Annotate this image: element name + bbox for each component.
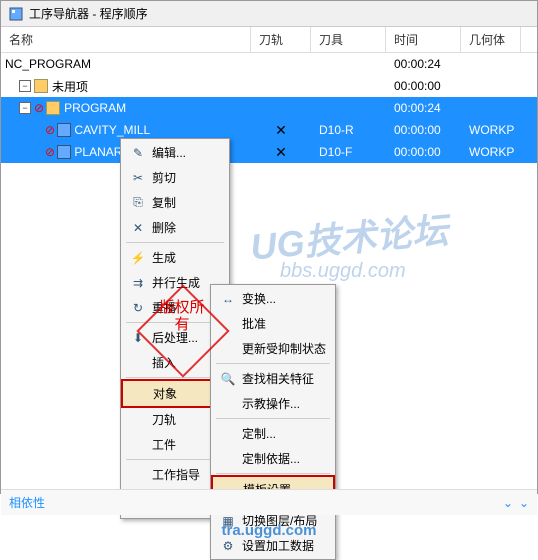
- footer-bar: 相依性 ⌄ ⌄: [1, 489, 537, 515]
- table-header: 名称 刀轨 刀具 时间 几何体: [1, 27, 537, 53]
- header-path[interactable]: 刀轨: [251, 27, 311, 52]
- cut-icon: ✂: [130, 170, 146, 186]
- menu-edit[interactable]: ✎编辑...: [122, 140, 228, 165]
- titlebar: 工序导航器 - 程序顺序: [1, 1, 537, 27]
- collapse-icon[interactable]: −: [19, 80, 31, 92]
- prohibit-icon: ⊘: [34, 101, 44, 115]
- app-icon: [9, 7, 23, 21]
- submenu-update-suppress[interactable]: 更新受抑制状态: [212, 336, 334, 361]
- menu-separator: [216, 473, 330, 474]
- folder-icon: [34, 79, 48, 93]
- edit-icon: ✎: [130, 145, 146, 161]
- parallel-icon: ⇉: [130, 275, 146, 291]
- collapse-icon[interactable]: −: [19, 102, 31, 114]
- context-submenu-object: ↔变换... 批准 更新受抑制状态 🔍查找相关特征 示教操作... 定制... …: [210, 284, 336, 560]
- header-name[interactable]: 名称: [1, 27, 251, 52]
- copy-icon: ⎘: [130, 195, 146, 211]
- settings-icon: ⚙: [220, 538, 236, 554]
- window-title: 工序导航器 - 程序顺序: [29, 5, 148, 22]
- menu-separator: [216, 418, 330, 419]
- chevron-down-icon[interactable]: ⌄: [503, 496, 513, 510]
- delete-icon: ✕: [130, 220, 146, 236]
- tree-row-unused[interactable]: −未用项 00:00:00: [1, 75, 537, 97]
- root-time: 00:00:24: [386, 57, 461, 71]
- header-tool[interactable]: 刀具: [311, 27, 386, 52]
- operation-icon: [57, 123, 71, 137]
- operation-icon: [57, 145, 71, 159]
- tree-row-program[interactable]: −⊘PROGRAM 00:00:24: [1, 97, 537, 119]
- header-geo[interactable]: 几何体: [461, 27, 521, 52]
- tree: NC_PROGRAM 00:00:24 −未用项 00:00:00 −⊘PROG…: [1, 53, 537, 163]
- header-time[interactable]: 时间: [386, 27, 461, 52]
- chevron-down-icon[interactable]: ⌄: [519, 496, 529, 510]
- submenu-transform[interactable]: ↔变换...: [212, 286, 334, 311]
- transform-icon: ↔: [220, 291, 236, 307]
- prohibit-icon: ⊘: [45, 145, 55, 159]
- menu-generate[interactable]: ⚡生成: [122, 245, 228, 270]
- root-label: NC_PROGRAM: [5, 57, 91, 71]
- generate-icon: ⚡: [130, 250, 146, 266]
- menu-separator: [126, 242, 224, 243]
- menu-delete[interactable]: ✕删除: [122, 215, 228, 240]
- submenu-customize[interactable]: 定制...: [212, 421, 334, 446]
- tree-row-op2[interactable]: ⊘ PLANAR_MILL ✕ D10-F 00:00:00 WORKP: [1, 141, 537, 163]
- submenu-teach-op[interactable]: 示教操作...: [212, 391, 334, 416]
- footer-dependency[interactable]: 相依性: [9, 494, 45, 511]
- menu-separator: [216, 363, 330, 364]
- footer-arrows: ⌄ ⌄: [503, 496, 529, 510]
- menu-cut[interactable]: ✂剪切: [122, 165, 228, 190]
- folder-icon: [46, 101, 60, 115]
- post-icon: ⬇: [130, 330, 146, 346]
- search-icon: 🔍: [220, 371, 236, 387]
- tree-row-root[interactable]: NC_PROGRAM 00:00:24: [1, 53, 537, 75]
- submenu-approve[interactable]: 批准: [212, 311, 334, 336]
- prohibit-icon: ⊘: [45, 123, 55, 137]
- bottom-url: tra.uggd.com: [0, 522, 538, 539]
- submenu-custom-deps[interactable]: 定制依据...: [212, 446, 334, 471]
- submenu-find-features[interactable]: 🔍查找相关特征: [212, 366, 334, 391]
- menu-copy[interactable]: ⎘复制: [122, 190, 228, 215]
- tree-row-op1[interactable]: ⊘ CAVITY_MILL ✕ D10-R 00:00:00 WORKP: [1, 119, 537, 141]
- replay-icon: ↻: [130, 300, 146, 316]
